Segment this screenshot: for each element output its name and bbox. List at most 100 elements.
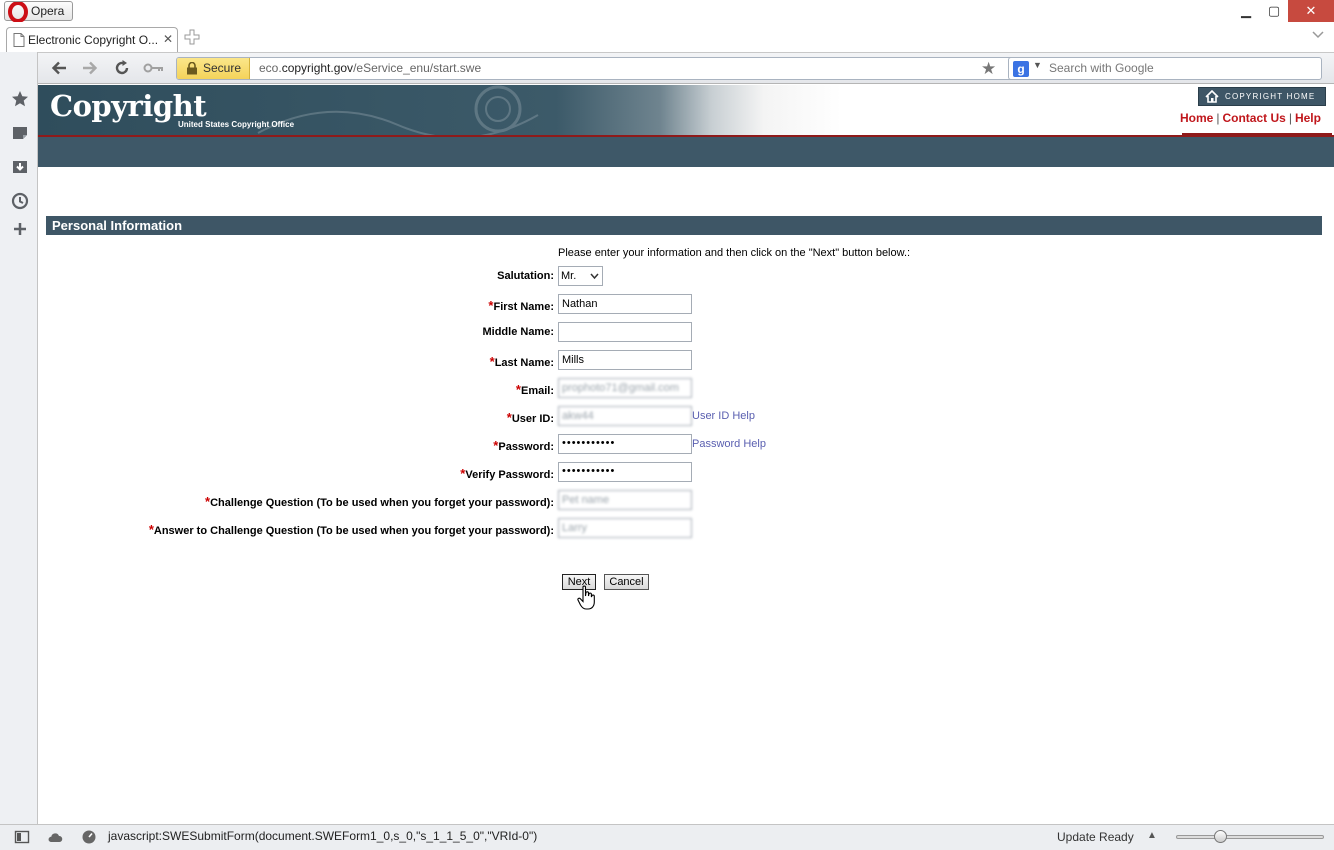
email-input[interactable]: prophoto71@gmail.com <box>558 378 692 398</box>
downloads-icon[interactable] <box>11 158 29 176</box>
secure-badge[interactable]: Secure <box>177 58 250 79</box>
last-name-input[interactable]: Mills <box>558 350 692 370</box>
new-tab-icon[interactable] <box>184 29 200 45</box>
maximize-button[interactable]: ▢ <box>1260 0 1288 22</box>
status-bar: javascript:SWESubmitForm(document.SWEFor… <box>0 824 1334 850</box>
url-text[interactable]: eco.copyright.gov/eService_enu/start.swe <box>259 61 481 75</box>
salutation-select[interactable]: Mr. <box>558 266 603 286</box>
zoom-slider-handle[interactable] <box>1214 830 1227 843</box>
panel-toggle-icon[interactable] <box>14 829 30 845</box>
salutation-row: Salutation: Mr. <box>38 266 1334 288</box>
user-id-label: *User ID: <box>507 410 554 425</box>
search-field[interactable]: g ▼ Search with Google <box>1008 57 1322 80</box>
key-icon[interactable] <box>143 59 165 77</box>
close-window-button[interactable]: ✕ <box>1288 0 1334 22</box>
browser-sidebar <box>0 52 38 824</box>
contact-us-link[interactable]: Contact Us <box>1222 111 1285 125</box>
email-label-text: Email: <box>520 385 554 397</box>
tab-menu-chevron-icon[interactable] <box>1312 30 1324 40</box>
link-separator: | <box>1288 111 1292 125</box>
challenge-answer-input[interactable]: Larry <box>558 518 692 538</box>
tab-electronic-copyright[interactable]: Electronic Copyright O... ✕ <box>6 27 178 53</box>
reload-icon[interactable] <box>113 59 131 77</box>
form-instructions: Please enter your information and then c… <box>558 247 911 259</box>
chevron-down-icon <box>590 273 599 280</box>
update-ready-label[interactable]: Update Ready <box>1057 830 1134 844</box>
challenge-answer-label-text: Answer to Challenge Question (To be used… <box>153 525 554 537</box>
opera-menu-button[interactable]: Opera <box>4 1 74 22</box>
challenge-answer-row: *Answer to Challenge Question (To be use… <box>38 518 1334 540</box>
home-link[interactable]: Home <box>1180 111 1213 125</box>
cloud-sync-icon[interactable] <box>47 829 63 845</box>
user-id-input[interactable]: akw44 <box>558 406 692 426</box>
nav-band <box>38 137 1334 167</box>
salutation-label: Salutation: <box>497 270 554 282</box>
email-row: *Email: prophoto71@gmail.com <box>38 378 1334 400</box>
challenge-question-label: *Challenge Question (To be used when you… <box>205 494 554 509</box>
tab-bar: Electronic Copyright O... ✕ <box>0 24 1334 53</box>
challenge-question-input[interactable]: Pet name <box>558 490 692 510</box>
tab-title: Electronic Copyright O... <box>28 33 159 47</box>
history-clock-icon[interactable] <box>11 192 29 210</box>
add-panel-icon[interactable] <box>11 220 29 238</box>
user-id-label-text: User ID: <box>511 413 554 425</box>
speed-dial-gauge-icon[interactable] <box>81 829 97 845</box>
bookmarks-star-icon[interactable] <box>11 90 29 108</box>
forward-arrow-icon[interactable] <box>81 59 99 77</box>
back-arrow-icon[interactable] <box>50 59 68 77</box>
user-id-help-link[interactable]: User ID Help <box>692 410 755 422</box>
page-icon <box>13 33 25 47</box>
section-title: Personal Information <box>46 216 1322 235</box>
opera-logo-icon <box>8 2 28 22</box>
password-help-link[interactable]: Password Help <box>692 438 766 450</box>
browser-toolbar: Secure eco.copyright.gov/eService_enu/st… <box>38 52 1334 84</box>
search-engine-dropdown-icon[interactable]: ▼ <box>1033 60 1042 70</box>
middle-name-label: Middle Name: <box>482 326 554 338</box>
url-host-prefix: eco. <box>259 61 282 75</box>
copyright-home-label: COPYRIGHT HOME <box>1225 92 1316 101</box>
home-icon <box>1205 90 1219 103</box>
verify-password-input[interactable]: ••••••••••• <box>558 462 692 482</box>
window-titlebar: Opera ▁ ▢ ✕ <box>0 0 1334 24</box>
password-row: *Password: ••••••••••• Password Help <box>38 434 1334 456</box>
url-path: /eService_enu/start.swe <box>353 61 482 75</box>
lock-icon <box>187 62 197 75</box>
middle-name-row: Middle Name: <box>38 322 1334 344</box>
cancel-button[interactable]: Cancel <box>604 574 649 590</box>
last-name-row: *Last Name: Mills <box>38 350 1334 372</box>
email-label: *Email: <box>516 382 554 397</box>
challenge-question-label-text: Challenge Question (To be used when you … <box>210 497 554 509</box>
challenge-question-row: *Challenge Question (To be used when you… <box>38 490 1334 512</box>
site-banner: Copyright United States Copyright Office… <box>38 85 1334 135</box>
notes-icon[interactable] <box>11 124 29 142</box>
zoom-slider[interactable] <box>1176 830 1324 843</box>
update-arrow-up-icon[interactable]: ▲ <box>1147 830 1157 841</box>
secure-label: Secure <box>203 61 242 75</box>
tab-close-icon[interactable]: ✕ <box>163 32 173 46</box>
top-links: Home | Contact Us | Help <box>1180 111 1321 125</box>
status-link-text: javascript:SWESubmitForm(document.SWEFor… <box>108 829 538 843</box>
copyright-home-button[interactable]: COPYRIGHT HOME <box>1198 87 1326 106</box>
verify-password-label-text: Verify Password: <box>465 469 554 481</box>
verify-password-label: *Verify Password: <box>460 466 554 481</box>
middle-name-input[interactable] <box>558 322 692 342</box>
password-label: *Password: <box>493 438 554 453</box>
first-name-row: *First Name: Nathan <box>38 294 1334 316</box>
last-name-label-text: Last Name: <box>494 357 554 369</box>
password-label-text: Password: <box>498 441 554 453</box>
copyright-logo[interactable]: Copyright <box>50 89 207 123</box>
first-name-input[interactable]: Nathan <box>558 294 692 314</box>
help-link[interactable]: Help <box>1295 111 1321 125</box>
last-name-label: *Last Name: <box>490 354 554 369</box>
url-host: copyright.gov <box>281 61 354 75</box>
opera-menu-label: Opera <box>31 4 65 18</box>
bookmark-star-icon[interactable]: ★ <box>981 59 996 79</box>
verify-password-row: *Verify Password: ••••••••••• <box>38 462 1334 484</box>
address-bar[interactable]: Secure eco.copyright.gov/eService_enu/st… <box>176 57 1038 80</box>
search-placeholder: Search with Google <box>1049 61 1154 75</box>
password-input[interactable]: ••••••••••• <box>558 434 692 454</box>
google-search-engine-icon[interactable]: g <box>1013 61 1029 77</box>
first-name-label-text: First Name: <box>493 301 554 313</box>
minimize-button[interactable]: ▁ <box>1232 0 1260 22</box>
logo-subtitle: United States Copyright Office <box>178 120 295 129</box>
